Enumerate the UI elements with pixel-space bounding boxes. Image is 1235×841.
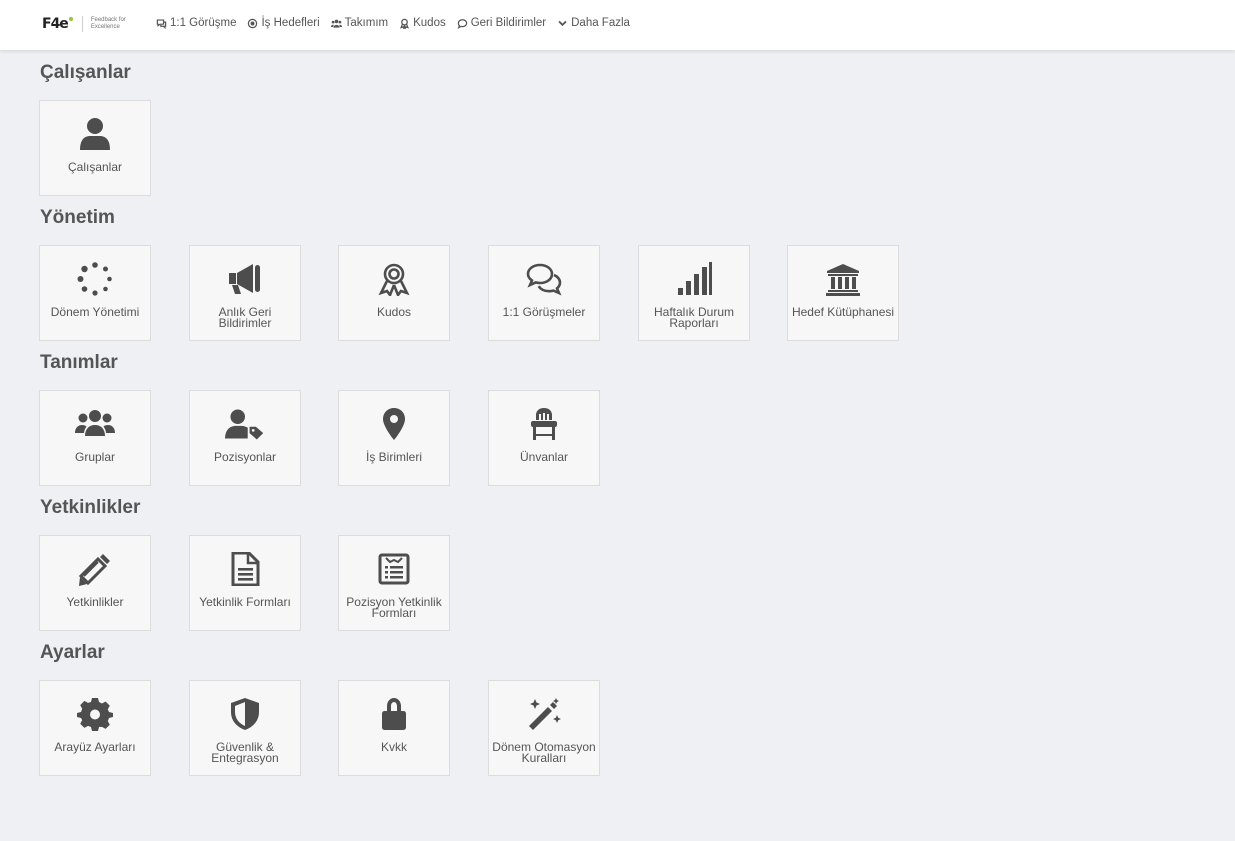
tile-label: Anlık Geri Bildirimler	[218, 305, 272, 330]
tile-label: Pozisyonlar	[213, 450, 277, 464]
tile-label: Dönem Otomasyon Kuralları	[492, 740, 596, 765]
spinner-icon	[75, 261, 115, 297]
tile-business-units[interactable]: İş Birimleri	[338, 390, 450, 486]
section-title-employees: Çalışanlar	[40, 62, 131, 83]
chevron-down-icon	[558, 20, 567, 26]
form-list-icon	[374, 551, 414, 587]
user-icon	[75, 116, 115, 152]
tile-instant-feedback[interactable]: Anlık Geri Bildirimler	[189, 245, 301, 341]
signal-bars-icon	[674, 261, 714, 297]
tile-kudos[interactable]: Kudos	[338, 245, 450, 341]
nav-label: Kudos	[413, 17, 446, 29]
tile-label: Dönem Yönetimi	[50, 305, 140, 319]
section-title-definitions: Tanımlar	[40, 352, 118, 373]
user-tag-icon	[225, 406, 265, 442]
logo-divider	[81, 16, 83, 32]
tile-label: Haftalık Durum Raporları	[653, 305, 735, 330]
tile-weekly-status-reports[interactable]: Haftalık Durum Raporları	[638, 245, 750, 341]
nav-item-team[interactable]: Takımım	[330, 17, 389, 29]
nav-label: İş Hedefleri	[261, 17, 320, 29]
tile-label: Arayüz Ayarları	[54, 740, 136, 754]
nav-item-more[interactable]: Daha Fazla	[557, 17, 630, 29]
tile-one-on-one-meetings[interactable]: 1:1 Görüşmeler	[488, 245, 600, 341]
nav-item-kudos[interactable]: Kudos	[399, 17, 446, 29]
tile-competency-forms[interactable]: Yetkinlik Formları	[189, 535, 301, 631]
tile-label: Kudos	[376, 305, 412, 319]
tile-label: Pozisyon Yetkinlik Formları	[346, 595, 442, 620]
team-icon	[330, 19, 342, 28]
nav-label: Takımım	[344, 17, 389, 29]
nav-label: 1:1 Görüşme	[170, 17, 237, 29]
tile-label: Çalışanlar	[67, 160, 123, 174]
target-icon	[248, 18, 258, 28]
tile-label: Hedef Kütüphanesi	[791, 305, 895, 319]
tile-interface-settings[interactable]: Arayüz Ayarları	[39, 680, 151, 776]
map-marker-icon	[374, 406, 414, 442]
top-navbar: F4e Feedback for Excellence 1:1 Görüşme …	[0, 0, 1235, 50]
tile-positions[interactable]: Pozisyonlar	[189, 390, 301, 486]
pencil-icon	[75, 551, 115, 587]
tile-security-integration[interactable]: Güvenlik & Entegrasyon	[189, 680, 301, 776]
tile-period-automation-rules[interactable]: Dönem Otomasyon Kuralları	[488, 680, 600, 776]
tile-goal-library[interactable]: Hedef Kütüphanesi	[787, 245, 899, 341]
tile-employees[interactable]: Çalışanlar	[39, 100, 151, 196]
file-icon	[225, 551, 265, 587]
tile-kvkk[interactable]: Kvkk	[338, 680, 450, 776]
logo[interactable]: F4e Feedback for Excellence	[42, 13, 133, 35]
tile-competencies[interactable]: Yetkinlikler	[39, 535, 151, 631]
tile-titles[interactable]: Ünvanlar	[488, 390, 600, 486]
nav-label: Daha Fazla	[571, 17, 630, 29]
main-nav: 1:1 Görüşme İş Hedefleri Takımım Kudos G…	[156, 15, 641, 31]
magic-wand-icon	[524, 696, 564, 732]
nav-item-one-on-one[interactable]: 1:1 Görüşme	[156, 17, 236, 29]
nav-item-feedback[interactable]: Geri Bildirimler	[457, 17, 546, 29]
tile-label: Kvkk	[380, 740, 407, 754]
gear-icon	[75, 696, 115, 732]
comments-icon	[524, 261, 564, 297]
section-title-competencies: Yetkinlikler	[40, 497, 141, 518]
logo-subtitle: Feedback for Excellence	[90, 17, 126, 30]
shield-icon	[225, 696, 265, 732]
tile-label: Ünvanlar	[519, 450, 569, 464]
nav-label: Geri Bildirimler	[470, 17, 547, 29]
nav-item-goals[interactable]: İş Hedefleri	[247, 17, 320, 29]
section-title-management: Yönetim	[40, 207, 115, 228]
tile-label: Gruplar	[74, 450, 115, 464]
award-icon	[374, 261, 414, 297]
megaphone-icon	[225, 261, 265, 297]
tile-label: Yetkinlik Formları	[199, 595, 291, 609]
tile-label: 1:1 Görüşmeler	[502, 305, 586, 319]
logo-text: F4e	[42, 16, 69, 32]
users-icon	[75, 406, 115, 442]
chair-icon	[524, 406, 564, 442]
award-icon	[400, 18, 410, 29]
library-icon	[823, 261, 863, 297]
chat-icon	[156, 18, 167, 29]
tile-position-competency-forms[interactable]: Pozisyon Yetkinlik Formları	[338, 535, 450, 631]
section-title-settings: Ayarlar	[40, 642, 105, 663]
tile-label: Güvenlik & Entegrasyon	[211, 740, 279, 765]
tile-label: Yetkinlikler	[66, 595, 124, 609]
tile-period-management[interactable]: Dönem Yönetimi	[39, 245, 151, 341]
tile-groups[interactable]: Gruplar	[39, 390, 151, 486]
lock-icon	[374, 696, 414, 732]
logo-dot	[68, 17, 73, 21]
comment-icon	[457, 18, 467, 29]
tile-label: İş Birimleri	[366, 450, 422, 464]
